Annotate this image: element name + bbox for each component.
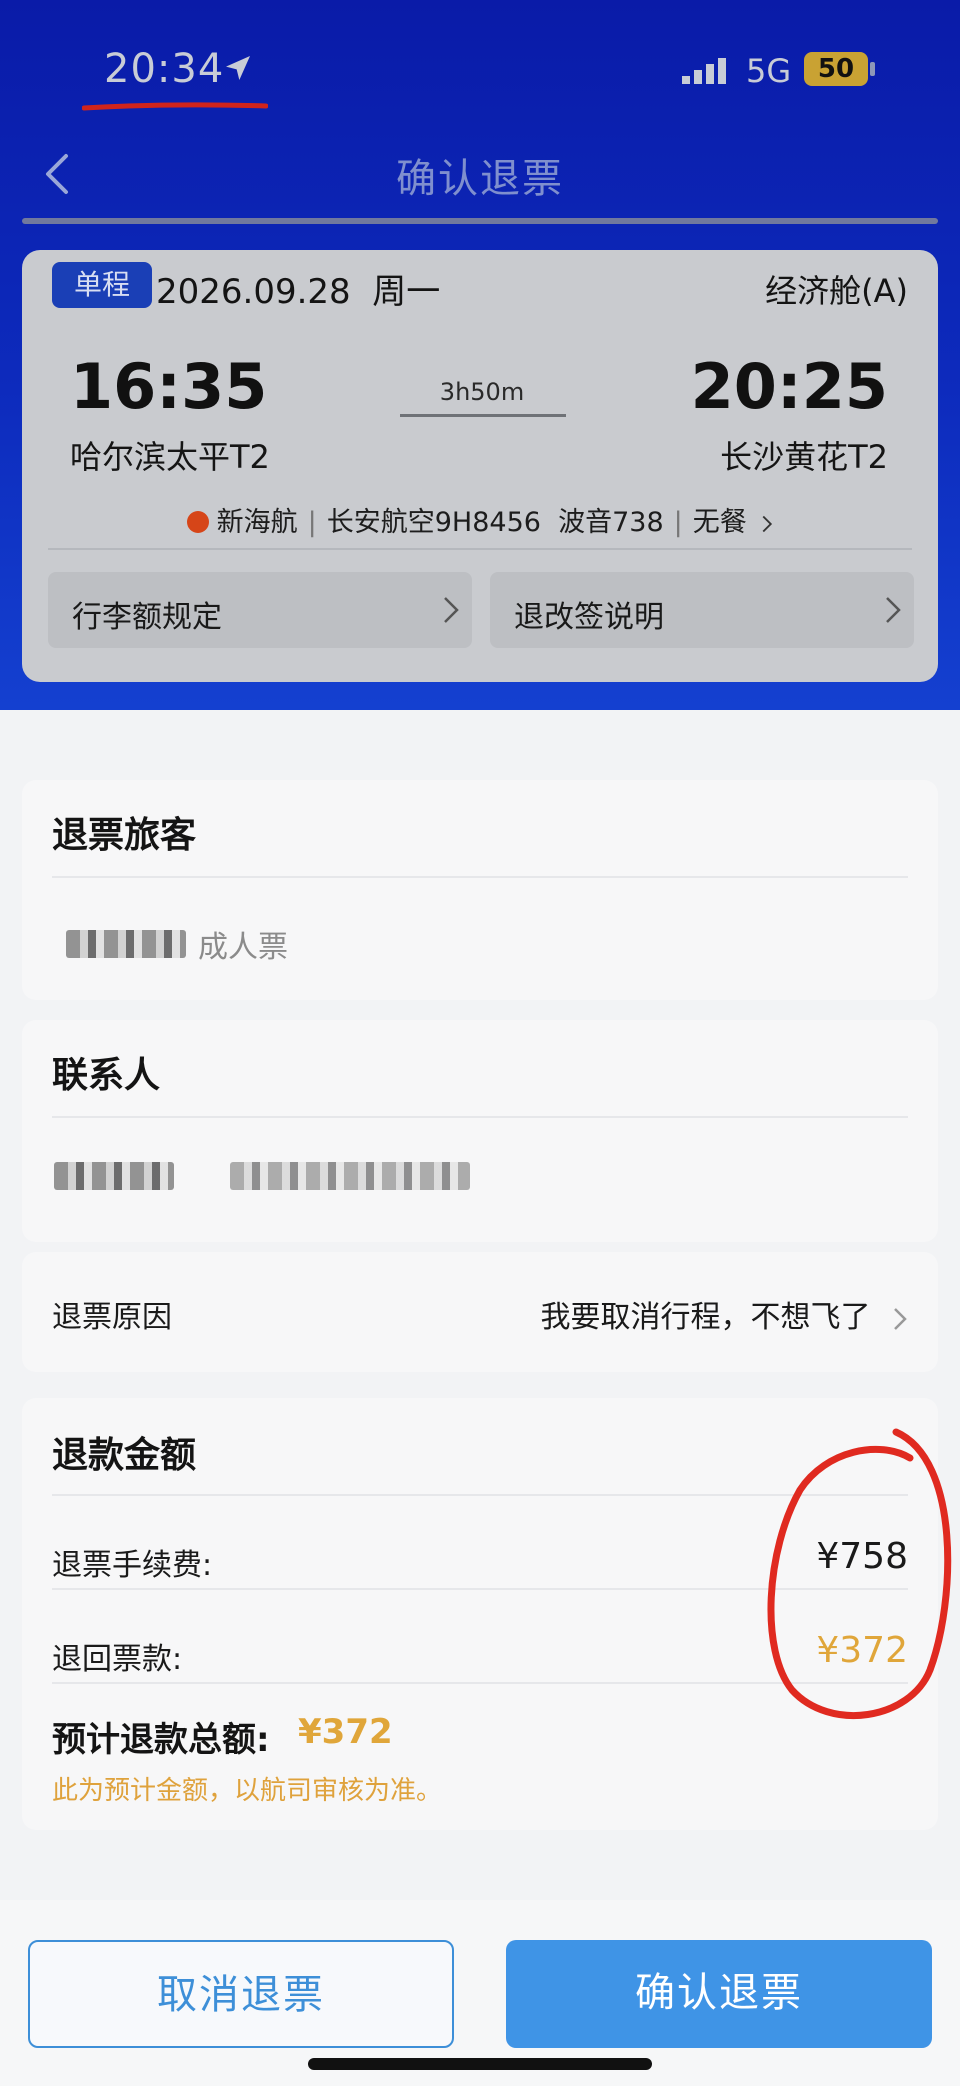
bottom-action-bar: 取消退票 确认退票 — [0, 1900, 960, 2086]
status-bar: 20:34 5G 50 — [0, 0, 960, 130]
chevron-right-icon — [886, 597, 901, 623]
chevron-right-icon — [444, 597, 459, 623]
refund-return-label: 退回票款: — [52, 1642, 183, 1677]
divider — [48, 548, 912, 550]
baggage-rules-label: 行李额规定 — [72, 600, 222, 635]
baggage-rules-button[interactable]: 行李额规定 — [48, 572, 472, 648]
flight-card: 单程 2026.09.28 周一 经济舱(A) 16:35 3h50m 20:2… — [22, 250, 938, 682]
home-indicator — [308, 2058, 652, 2070]
reason-value: 我要取消行程，不想飞了 — [540, 1292, 908, 1336]
refund-fee-label: 退票手续费: — [52, 1548, 213, 1583]
battery-icon: 50 — [804, 52, 868, 86]
estimate-note: 此为预计金额，以航司审核为准。 — [52, 1776, 443, 1806]
contact-phone-redacted — [230, 1162, 470, 1190]
carrier-flight: 长安航空9H8456 — [326, 507, 541, 538]
trip-type-badge: 单程 — [52, 262, 152, 308]
total-refund-label: 预计退款总额: — [52, 1720, 270, 1760]
meal-info: 无餐 — [692, 507, 747, 538]
section-title: 退票旅客 — [52, 815, 197, 856]
contact-name-redacted — [54, 1162, 174, 1190]
refund-rules-button[interactable]: 退改签说明 — [490, 572, 914, 648]
total-refund-value: ¥372 — [298, 1712, 393, 1752]
departure-airport: 哈尔滨太平T2 — [70, 438, 270, 476]
separator: | — [307, 507, 317, 538]
chevron-right-icon — [762, 515, 773, 532]
divider — [22, 218, 938, 224]
red-circle-annotation — [767, 1428, 952, 1720]
section-title: 退款金额 — [52, 1435, 197, 1476]
location-arrow-icon — [226, 56, 250, 80]
arrival-airport: 长沙黄花T2 — [720, 438, 888, 476]
aircraft-type: 波音738 — [558, 507, 664, 538]
refund-rules-label: 退改签说明 — [514, 600, 664, 635]
flight-info-row[interactable]: 新海航 | 长安航空9H8456 波音738 | 无餐 — [22, 500, 938, 539]
departure-time: 16:35 — [70, 350, 268, 423]
nav-bar: 确认退票 — [0, 130, 960, 220]
status-time: 20:34 — [104, 46, 225, 92]
operator-name: 新海航 — [216, 507, 298, 538]
page-title: 确认退票 — [396, 156, 564, 202]
red-underline-annotation — [82, 102, 268, 111]
passenger-section: 退票旅客 成人票 — [22, 780, 938, 1000]
contact-section: 联系人 — [22, 1020, 938, 1242]
refund-reason-row[interactable]: 退票原因 我要取消行程，不想飞了 — [22, 1252, 938, 1372]
passenger-name-redacted — [66, 930, 186, 958]
ticket-type: 成人票 — [198, 930, 288, 965]
reason-label: 退票原因 — [52, 1300, 172, 1335]
confirm-refund-button[interactable]: 确认退票 — [506, 1940, 932, 2048]
cancel-refund-button[interactable]: 取消退票 — [28, 1940, 454, 2048]
airline-logo-icon — [186, 510, 209, 533]
divider — [52, 1116, 908, 1118]
cabin-class: 经济舱(A) — [765, 272, 908, 310]
signal-icon — [682, 58, 726, 84]
flight-duration: 3h50m — [439, 378, 525, 406]
arrival-time: 20:25 — [690, 350, 888, 423]
separator: | — [673, 507, 683, 538]
divider — [52, 876, 908, 878]
network-type: 5G — [746, 52, 792, 90]
battery-cap — [870, 62, 875, 76]
duration-line — [400, 414, 566, 417]
chevron-right-icon — [894, 1307, 907, 1330]
section-title: 联系人 — [52, 1055, 161, 1096]
flight-date: 2026.09.28 周一 — [156, 272, 441, 312]
